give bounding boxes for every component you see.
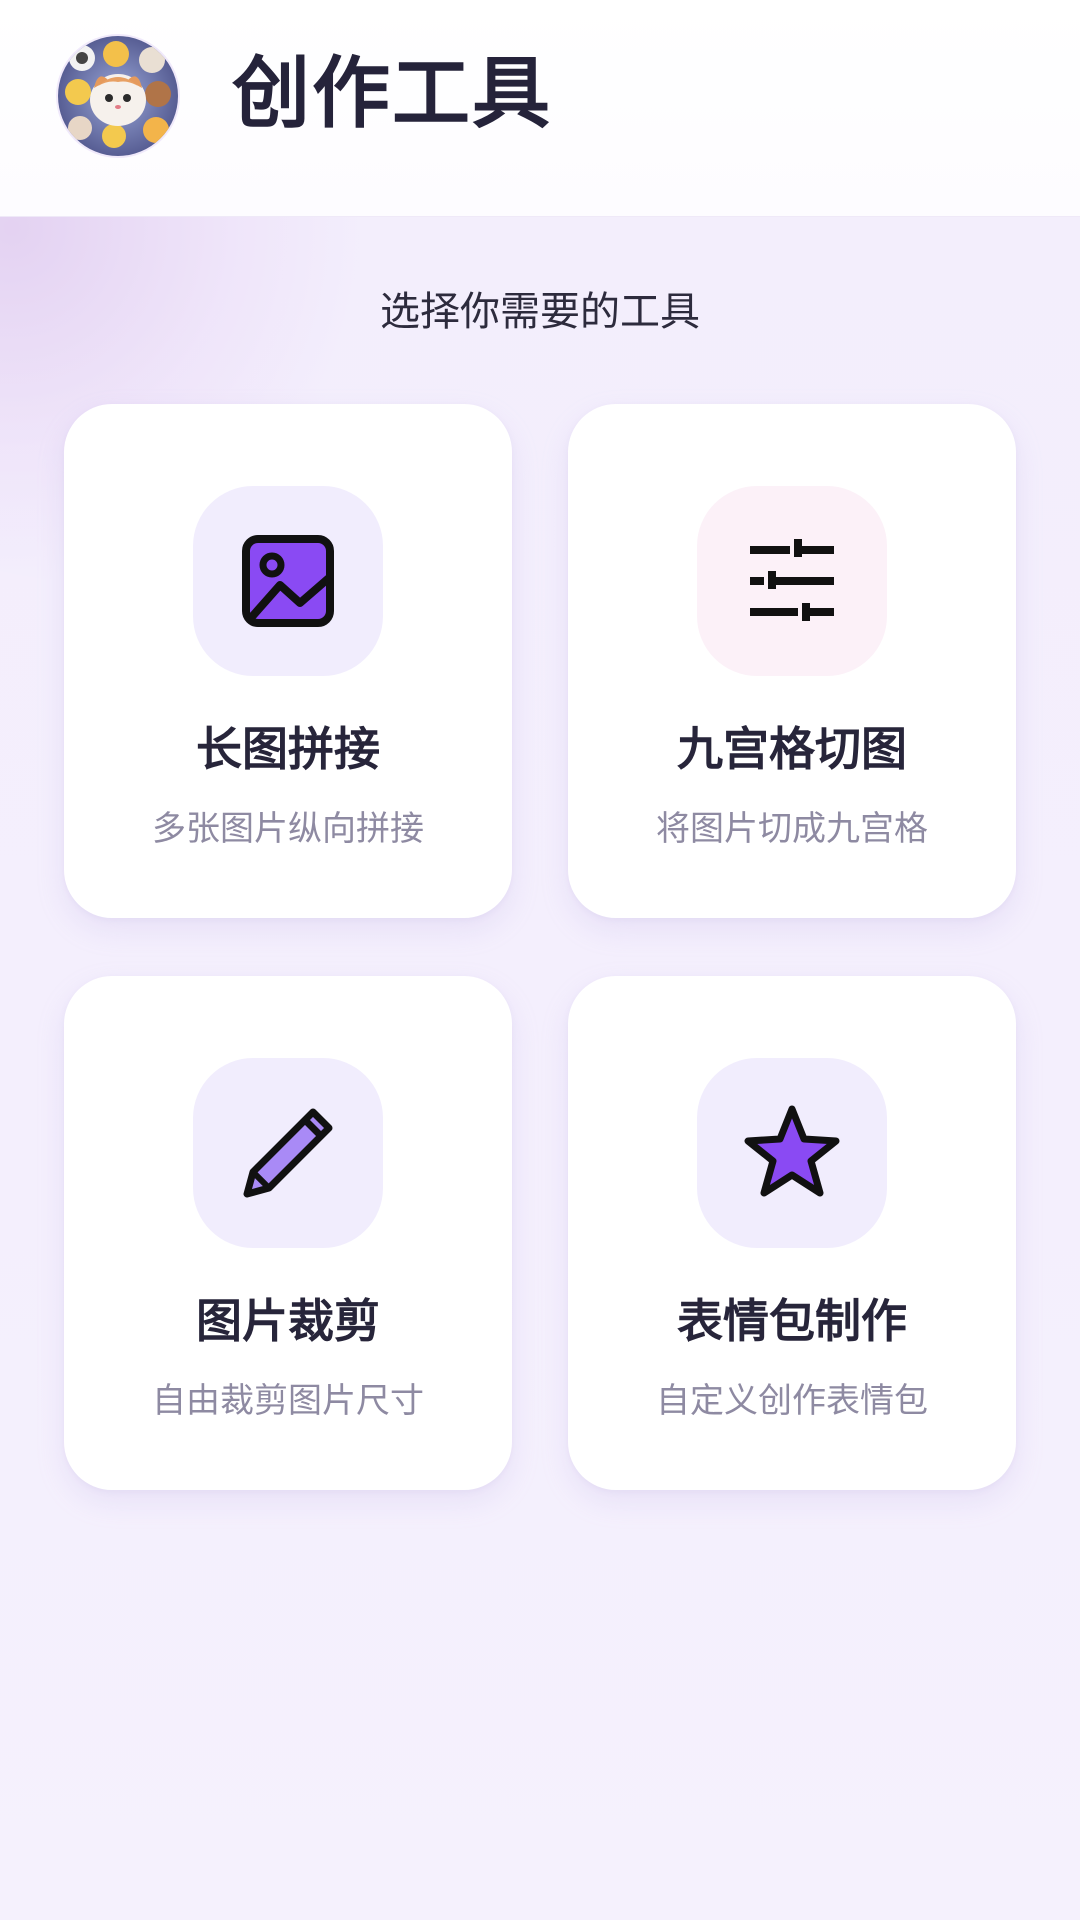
tool-card-long-image-stitch[interactable]: 长图拼接 多张图片纵向拼接 (64, 404, 512, 918)
pencil-icon (243, 1108, 333, 1198)
tool-title: 图片裁剪 (196, 1294, 380, 1348)
image-icon (242, 535, 334, 627)
header-bar: 创作工具 (0, 0, 1080, 217)
tool-title: 表情包制作 (677, 1294, 907, 1348)
app-screen: 创作工具 选择你需要的工具 长图拼接 多张图片纵向拼接 九宫格切图 将图片切成九… (0, 0, 1080, 1920)
tool-description: 自由裁剪图片尺寸 (152, 1381, 424, 1421)
star-icon (744, 1105, 840, 1197)
tool-card-image-crop[interactable]: 图片裁剪 自由裁剪图片尺寸 (64, 976, 512, 1490)
avatar[interactable] (58, 36, 178, 156)
tool-icon-container (697, 486, 887, 676)
tool-card-nine-grid-cut[interactable]: 九宫格切图 将图片切成九宫格 (568, 404, 1016, 918)
section-subtitle: 选择你需要的工具 (380, 289, 700, 335)
tool-description: 将图片切成九宫格 (656, 809, 928, 849)
tool-title: 九宫格切图 (677, 722, 907, 776)
tool-description: 多张图片纵向拼接 (152, 809, 424, 849)
tool-icon-container (193, 486, 383, 676)
tool-icon-container (193, 1058, 383, 1248)
tool-title: 长图拼接 (196, 722, 380, 776)
tool-description: 自定义创作表情包 (656, 1381, 928, 1421)
sliders-icon (750, 539, 834, 621)
tool-card-sticker-maker[interactable]: 表情包制作 自定义创作表情包 (568, 976, 1016, 1490)
tool-icon-container (697, 1058, 887, 1248)
page-title: 创作工具 (232, 49, 553, 139)
